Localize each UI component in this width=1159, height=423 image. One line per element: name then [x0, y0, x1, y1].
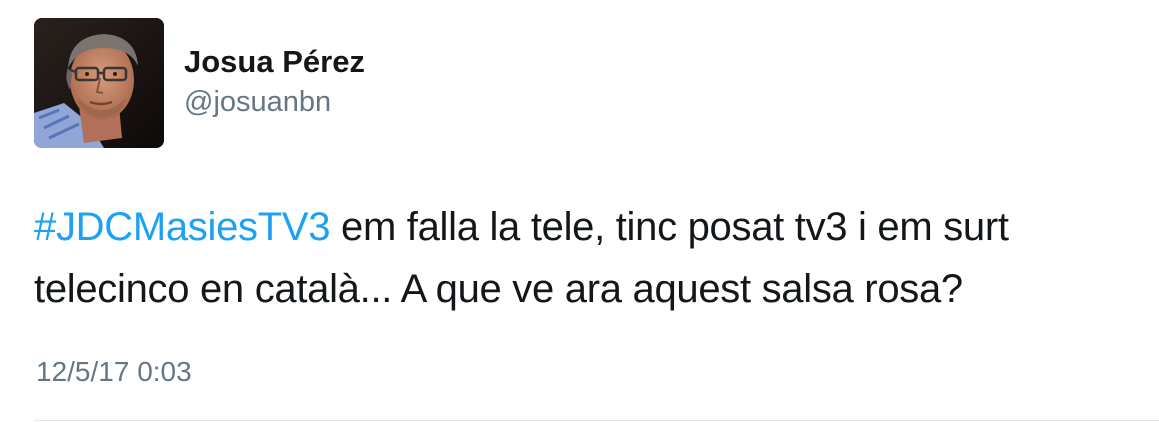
tweet-text-line2: telecinco en català... A que ve ara aque… — [34, 267, 963, 311]
author-avatar[interactable] — [34, 18, 164, 148]
tweet-card: Josua Pérez @josuanbn #JDCMasiesTV3 em f… — [0, 0, 1159, 423]
author-display-name[interactable]: Josua Pérez — [184, 44, 365, 80]
tweet-timestamp[interactable]: 12/5/17 0:03 — [36, 356, 192, 388]
author-handle[interactable]: @josuanbn — [184, 86, 331, 119]
divider — [34, 420, 1159, 421]
profile-photo-icon — [34, 18, 164, 148]
tweet-text-line1: em falla la tele, tinc posat tv3 i em su… — [330, 205, 1009, 249]
tweet-text: #JDCMasiesTV3 em falla la tele, tinc pos… — [34, 196, 1144, 320]
hashtag-link[interactable]: #JDCMasiesTV3 — [34, 205, 330, 249]
